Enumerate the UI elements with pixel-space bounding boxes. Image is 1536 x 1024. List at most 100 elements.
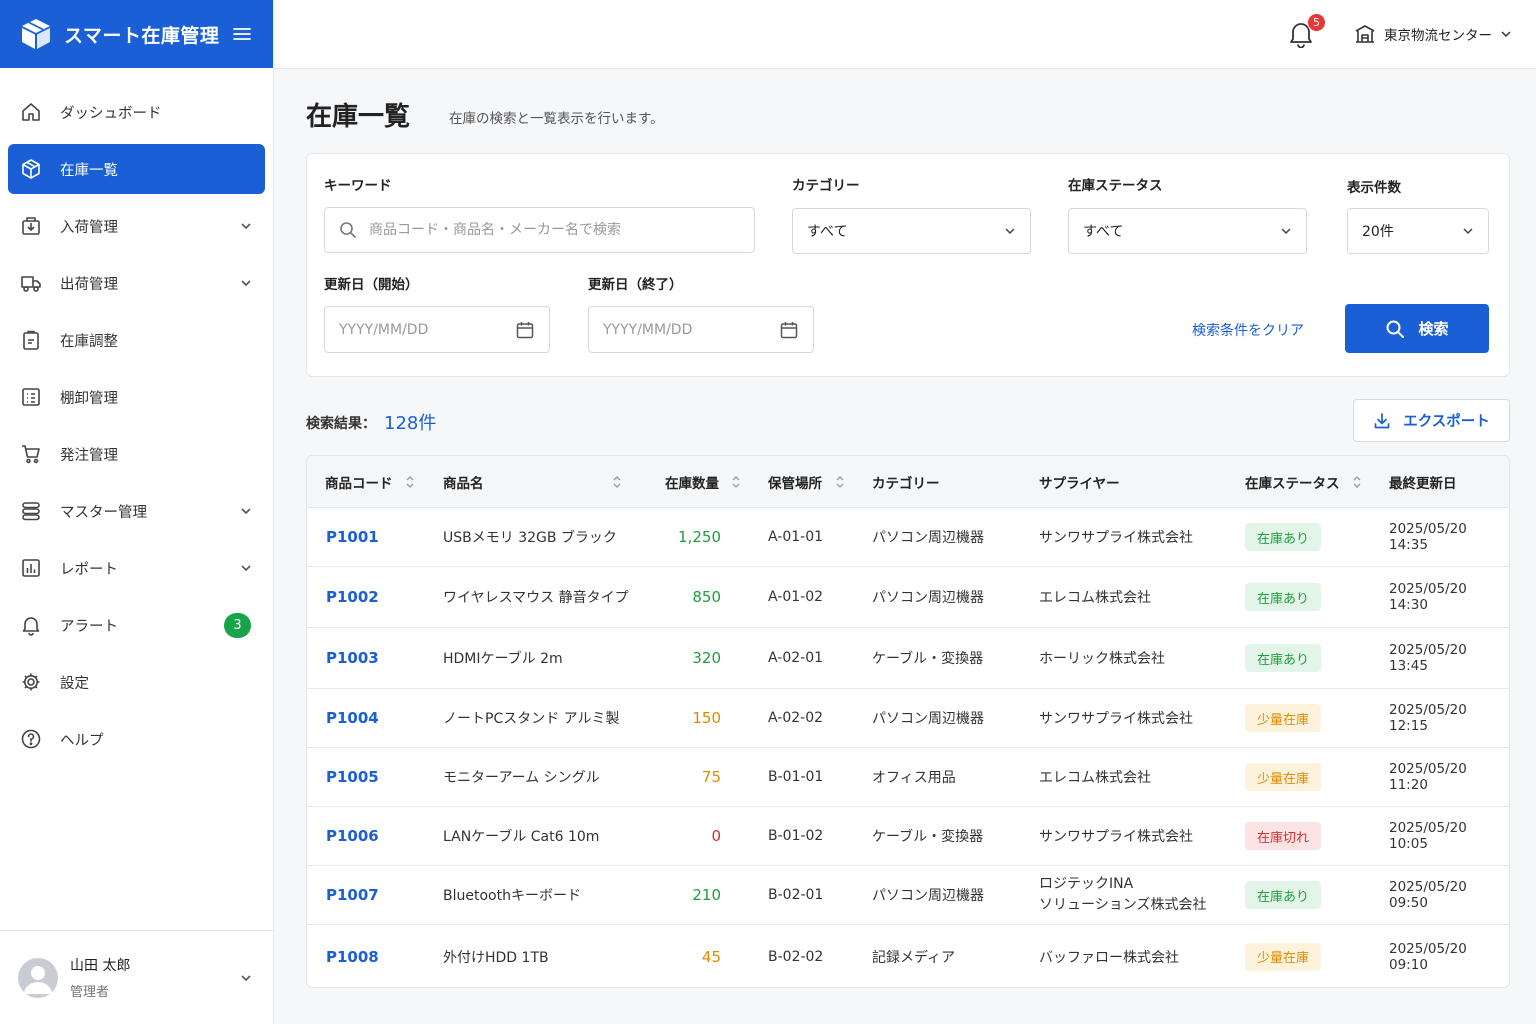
- database-icon: [22, 502, 40, 521]
- keyword-label: キーワード: [324, 178, 392, 194]
- bell-icon: [22, 617, 40, 636]
- sidebar-item-adjustment[interactable]: 在庫調整: [8, 315, 265, 365]
- sidebar-item-master[interactable]: マスター管理: [8, 486, 265, 536]
- cell-product-code-link[interactable]: P1001: [326, 508, 379, 566]
- status-select[interactable]: すべて: [1068, 208, 1307, 254]
- sort-icon[interactable]: [405, 474, 415, 490]
- sidebar-item-receiving[interactable]: 入荷管理: [8, 201, 265, 251]
- table-row[interactable]: P1004 ノートPCスタンド アルミ製 150 A-02-02 パソコン周辺機器 サンワ…: [307, 689, 1509, 748]
- cell-status: 在庫あり: [1245, 866, 1322, 924]
- sidebar-item-stocktaking[interactable]: 棚卸管理: [8, 372, 265, 422]
- cell-status: 少量在庫: [1245, 925, 1322, 987]
- sidebar-item-label: 設定: [60, 675, 89, 692]
- cell-category: パソコン周辺機器: [872, 590, 984, 606]
- calendar-icon[interactable]: [515, 320, 535, 340]
- cell-quantity: 850: [692, 588, 721, 606]
- alert-count-badge: 3: [224, 612, 251, 638]
- sidebar-item-help[interactable]: ヘルプ: [8, 714, 265, 764]
- table-row[interactable]: P1007 Bluetoothキーボード 210 B-02-01 パソコン周辺機器 ロジテ…: [307, 866, 1509, 925]
- truck-icon: [21, 276, 41, 292]
- category-select[interactable]: すべて: [792, 208, 1031, 254]
- calendar-icon[interactable]: [779, 320, 799, 340]
- sort-icon[interactable]: [835, 474, 845, 490]
- th-status[interactable]: 在庫ステータス: [1245, 456, 1340, 508]
- table-row[interactable]: P1005 モニターアーム シングル 75 B-01-01 オフィス用品 エレコム株式会社…: [307, 748, 1509, 807]
- th-name[interactable]: 商品名: [443, 456, 484, 508]
- table-row[interactable]: P1006 LANケーブル Cat6 10m 0 B-01-02 ケーブル・変換器 サンワ…: [307, 807, 1509, 866]
- cell-updated: 2025/05/20 14:30: [1389, 581, 1467, 613]
- cell-updated: 2025/05/20 14:35: [1389, 521, 1467, 553]
- date-end-field[interactable]: YYYY/MM/DD: [588, 306, 814, 353]
- table-row[interactable]: P1002 ワイヤレスマウス 静音タイプ 850 A-01-02 パソコン周辺機器 エレコ…: [307, 567, 1509, 628]
- cell-product-code-link[interactable]: P1007: [326, 866, 379, 924]
- display-count-select[interactable]: 20件: [1347, 208, 1489, 254]
- cell-category: オフィス用品: [872, 770, 956, 786]
- date-end-label: 更新日（終了）: [588, 277, 683, 293]
- sort-icon[interactable]: [1352, 474, 1362, 490]
- sidebar-item-dashboard[interactable]: ダッシュボード: [8, 87, 265, 137]
- user-menu[interactable]: 山田 太郎 管理者: [0, 930, 273, 1024]
- status-badge: 在庫あり: [1245, 583, 1322, 611]
- cell-product-name: ワイヤレスマウス 静音タイプ: [443, 590, 629, 606]
- cell-category: パソコン周辺機器: [872, 530, 984, 546]
- sidebar-item-alert[interactable]: アラート 3: [8, 600, 265, 650]
- sidebar-item-label: レポート: [60, 561, 118, 578]
- cell-product-name: ノートPCスタンド アルミ製: [443, 711, 620, 727]
- cell-category: 記録メディア: [872, 949, 956, 966]
- th-supplier: サプライヤー: [1039, 476, 1120, 492]
- sidebar-item-label: 在庫調整: [60, 333, 118, 350]
- export-button[interactable]: エクスポート: [1353, 399, 1510, 442]
- cell-product-code-link[interactable]: P1003: [326, 628, 379, 688]
- keyword-field[interactable]: [324, 207, 755, 253]
- sidebar-item-label: ダッシュボード: [60, 105, 162, 122]
- cell-product-code-link[interactable]: P1006: [326, 807, 379, 865]
- sort-icon[interactable]: [731, 474, 741, 490]
- th-code[interactable]: 商品コード: [325, 456, 393, 508]
- cell-category: パソコン周辺機器: [872, 888, 984, 904]
- page-title: 在庫一覧: [306, 102, 411, 132]
- chevron-down-icon: [241, 223, 251, 230]
- sidebar-item-inventory-list[interactable]: 在庫一覧: [8, 144, 265, 194]
- sidebar-item-label: ヘルプ: [60, 732, 104, 749]
- search-icon: [1386, 320, 1405, 338]
- cell-updated: 2025/05/20 11:20: [1389, 761, 1467, 793]
- th-location[interactable]: 保管場所: [768, 456, 822, 508]
- box-logo-icon: [22, 19, 50, 49]
- app-title: スマート在庫管理: [64, 24, 220, 47]
- sidebar-item-report[interactable]: レポート: [8, 543, 265, 593]
- page-subtitle: 在庫の検索と一覧表示を行います。: [449, 111, 664, 127]
- search-button[interactable]: 検索: [1345, 304, 1489, 353]
- clear-filters-link[interactable]: 検索条件をクリア: [1192, 320, 1304, 340]
- sidebar-item-ordering[interactable]: 発注管理: [8, 429, 265, 479]
- date-start-label: 更新日（開始）: [324, 277, 419, 293]
- cell-quantity: 0: [711, 827, 721, 845]
- cell-product-name: LANケーブル Cat6 10m: [443, 829, 600, 845]
- cell-category: ケーブル・変換器: [872, 829, 984, 845]
- cell-product-code-link[interactable]: P1005: [326, 748, 379, 806]
- date-start-field[interactable]: YYYY/MM/DD: [324, 306, 550, 353]
- cell-location: B-01-01: [768, 769, 824, 785]
- table-row[interactable]: P1003 HDMIケーブル 2m 320 A-02-01 ケーブル・変換器 ホーリック株…: [307, 628, 1509, 689]
- cell-quantity: 210: [692, 886, 721, 904]
- cell-updated: 2025/05/20 09:10: [1389, 940, 1467, 973]
- cell-product-code-link[interactable]: P1008: [326, 925, 379, 987]
- search-icon: [340, 222, 356, 238]
- table-row[interactable]: P1001 USBメモリ 32GB ブラック 1,250 A-01-01 パソコン周辺機…: [307, 508, 1509, 567]
- download-icon: [1374, 412, 1390, 428]
- sort-icon[interactable]: [612, 474, 622, 490]
- notification-count-badge: 5: [1307, 13, 1326, 32]
- sidebar-item-settings[interactable]: 設定: [8, 657, 265, 707]
- cell-quantity: 150: [692, 709, 721, 727]
- cell-supplier: エレコム株式会社: [1039, 590, 1151, 606]
- keyword-input[interactable]: [369, 222, 740, 238]
- sidebar-item-shipping[interactable]: 出荷管理: [8, 258, 265, 308]
- table-row[interactable]: P1008 外付けHDD 1TB 45 B-02-02 記録メディア バッファロー株式会社…: [307, 925, 1509, 987]
- hamburger-menu-icon[interactable]: [231, 23, 253, 45]
- cell-product-code-link[interactable]: P1002: [326, 567, 379, 627]
- center-selector[interactable]: 東京物流センター: [1354, 21, 1512, 47]
- cell-product-code-link[interactable]: P1004: [326, 689, 379, 747]
- chevron-down-icon: [1463, 228, 1473, 235]
- top-bar: [274, 0, 1536, 69]
- chevron-down-icon: [1005, 228, 1015, 235]
- th-quantity[interactable]: 在庫数量: [665, 456, 719, 508]
